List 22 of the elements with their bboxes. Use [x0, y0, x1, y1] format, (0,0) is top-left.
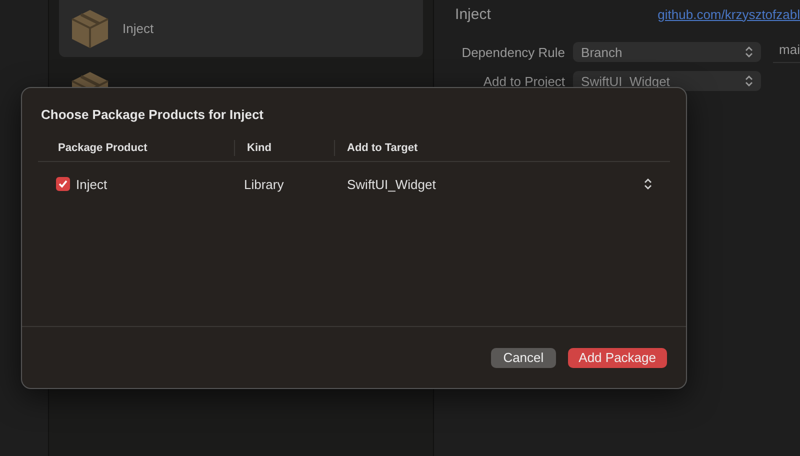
kind-cell-text: Library	[243, 176, 285, 192]
package-box-icon	[68, 8, 111, 50]
checkbox[interactable]	[56, 177, 70, 191]
column-header[interactable]: Kind	[234, 140, 334, 156]
cancel-button[interactable]: Cancel	[491, 348, 556, 368]
updown-chevron-icon	[745, 75, 754, 87]
text-field[interactable]: mai	[773, 42, 800, 62]
add-package-button[interactable]: Add Package	[568, 348, 667, 368]
updown-chevron-icon	[745, 46, 754, 58]
package-row[interactable]: Inject	[58, 0, 424, 57]
updown-chevron-icon	[644, 178, 652, 190]
package-name: Inject	[122, 21, 154, 36]
target-select[interactable]: SwiftUI_Widget	[334, 176, 670, 192]
package-title: Inject	[455, 6, 491, 22]
repository-link[interactable]: github.com/krzysztofzabl	[658, 6, 800, 22]
popup-select[interactable]: Branch	[573, 42, 762, 62]
column-header[interactable]: Package Product	[38, 140, 234, 156]
column-header[interactable]: Add to Target	[334, 140, 670, 156]
field-label: Dependency Rule	[460, 44, 566, 60]
field-label: Add to Project	[482, 74, 566, 88]
product-name: Inject	[76, 176, 108, 192]
dialog-title: Choose Package Products for Inject	[41, 107, 264, 124]
